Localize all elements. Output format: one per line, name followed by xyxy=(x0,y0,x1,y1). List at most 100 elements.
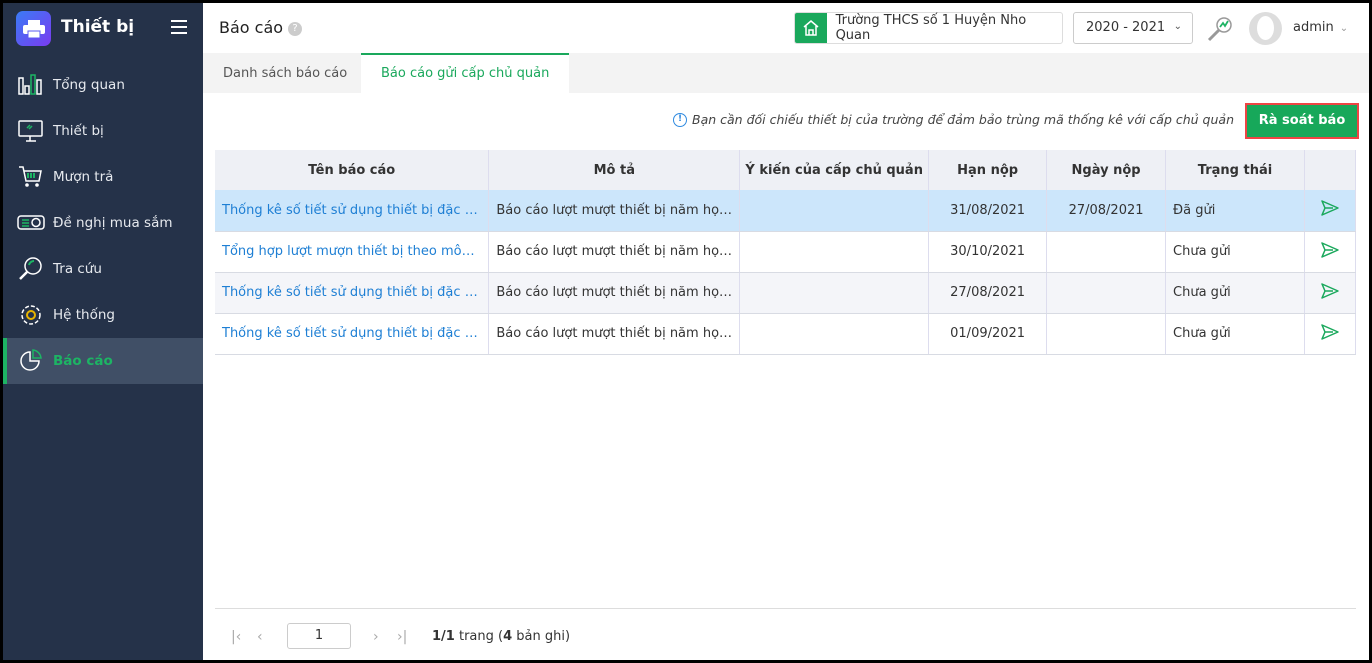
authority-opinion xyxy=(739,231,930,273)
due-date: 01/09/2021 xyxy=(928,313,1048,355)
school-year-select[interactable]: 2020 - 2021 ⌄ xyxy=(1073,12,1193,44)
page-input[interactable]: 1 xyxy=(287,623,351,649)
username: admin xyxy=(1293,20,1334,35)
report-name-link[interactable]: Tổng hợp lượt mượn thiết bị theo môn học xyxy=(215,231,490,273)
sidebar-item-3[interactable]: Đề nghị mua sắm xyxy=(3,200,203,246)
description: Báo cáo lượt mượt thiết bị năm học 2020-… xyxy=(488,313,741,355)
column-header: Tên báo cáo xyxy=(215,150,490,190)
school-home-icon xyxy=(795,13,827,43)
pagination: |‹ ‹ 1 › ›| 1/1 trang (4 bản ghi) xyxy=(215,608,1356,660)
sidebar-item-label: Tổng quan xyxy=(53,77,125,93)
table-row[interactable]: Thống kê số tiết sử dụng thiết bị đặc th… xyxy=(215,272,1357,314)
tab-report-list[interactable]: Danh sách báo cáo xyxy=(203,53,367,93)
send-button[interactable] xyxy=(1304,190,1357,232)
menu-toggle-icon[interactable] xyxy=(171,20,187,34)
submitted-date: 27/08/2021 xyxy=(1046,190,1167,232)
send-button[interactable] xyxy=(1304,313,1357,355)
description: Báo cáo lượt mượt thiết bị năm học 2020-… xyxy=(488,190,741,232)
chevron-down-icon: ⌄ xyxy=(1339,23,1349,34)
sidebar-item-label: Đề nghị mua sắm xyxy=(53,215,173,231)
user-menu[interactable]: admin ⌄ xyxy=(1293,20,1348,35)
pie-chart-icon xyxy=(20,349,42,371)
column-header: Hạn nộp xyxy=(928,150,1048,190)
sidebar-item-2[interactable]: Mượn trả xyxy=(3,154,203,200)
gear-icon xyxy=(21,305,41,325)
due-date: 31/08/2021 xyxy=(928,190,1048,232)
report-name-link[interactable]: Thống kê số tiết sử dụng thiết bị đặc th… xyxy=(215,190,490,232)
status: Chưa gửi xyxy=(1165,231,1305,273)
page-label: trang ( xyxy=(454,629,504,644)
send-button[interactable] xyxy=(1304,231,1357,273)
next-page-icon[interactable]: › xyxy=(373,629,379,645)
app-name: Thiết bị xyxy=(61,17,135,37)
sidebar-item-0[interactable]: Tổng quan xyxy=(3,62,203,108)
sidebar: Thiết bị Tổng quan Thiết bị Mượn trả Đề ngh… xyxy=(3,3,203,660)
last-page-icon[interactable]: ›| xyxy=(397,629,407,645)
send-icon xyxy=(1321,323,1339,340)
status: Chưa gửi xyxy=(1165,313,1305,355)
column-header: Trạng thái xyxy=(1165,150,1305,190)
column-header: Ý kiến của cấp chủ quản xyxy=(739,150,930,190)
column-header: Ngày nộp xyxy=(1046,150,1167,190)
notice-text: Bạn cần đối chiếu thiết bị của trường để… xyxy=(692,112,1234,127)
info-icon: ! xyxy=(673,112,688,127)
app-window: Thiết bị Tổng quan Thiết bị Mượn trả Đề ngh… xyxy=(3,3,1369,660)
send-icon xyxy=(1321,200,1339,216)
notice: ! Bạn cần đối chiếu thiết bị của trường đ… xyxy=(673,112,1234,127)
status: Đã gửi xyxy=(1165,190,1305,232)
column-header: Mô tả xyxy=(488,150,741,190)
submitted-date xyxy=(1046,313,1167,355)
reports-table: Tên báo cáo Mô tả Ý kiến của cấp chủ quản H… xyxy=(215,150,1357,355)
avatar[interactable] xyxy=(1249,12,1282,45)
description: Báo cáo lượt mượt thiết bị năm học 2020-… xyxy=(488,231,741,273)
authority-opinion xyxy=(739,313,930,355)
first-page-icon[interactable]: |‹ xyxy=(231,629,241,645)
column-header xyxy=(1304,150,1357,190)
sidebar-item-4[interactable]: Tra cứu xyxy=(3,246,203,292)
authority-opinion xyxy=(739,272,930,314)
table-row[interactable]: Thống kê số tiết sử dụng thiết bị đặc th… xyxy=(215,190,1357,232)
prev-page-icon[interactable]: ‹ xyxy=(257,629,263,645)
send-icon xyxy=(1321,282,1339,299)
record-count: 4 xyxy=(503,629,513,644)
record-label: bản ghi) xyxy=(512,629,571,644)
analytics-search-icon[interactable] xyxy=(1206,15,1234,43)
tab-bar: Danh sách báo cáo Báo cáo gửi cấp chủ qu… xyxy=(203,53,1369,93)
sidebar-item-label: Thiết bị xyxy=(53,123,104,139)
table-row[interactable]: Thống kê số tiết sử dụng thiết bị đặc th… xyxy=(215,313,1357,355)
cart-icon xyxy=(19,166,42,187)
header: Báo cáo? Trường THCS số 1 Huyện Nho Quan… xyxy=(203,3,1369,53)
sidebar-item-label: Hệ thống xyxy=(53,307,115,323)
page-title: Báo cáo? xyxy=(219,18,303,37)
sidebar-item-5[interactable]: Hệ thống xyxy=(3,292,203,338)
sidebar-item-6[interactable]: Báo cáo xyxy=(3,338,203,384)
status: Chưa gửi xyxy=(1165,272,1305,314)
school-selector[interactable]: Trường THCS số 1 Huyện Nho Quan xyxy=(794,12,1063,44)
sidebar-item-1[interactable]: Thiết bị xyxy=(3,108,203,154)
tab-reports-to-authority[interactable]: Báo cáo gửi cấp chủ quản xyxy=(361,53,570,93)
help-icon[interactable]: ? xyxy=(288,22,303,36)
submitted-date xyxy=(1046,231,1167,273)
page-title-text: Báo cáo xyxy=(219,18,284,37)
year-value: 2020 - 2021 xyxy=(1086,20,1166,35)
review-report-button[interactable]: Rà soát báo cáo xyxy=(1245,103,1359,160)
chevron-down-icon: ⌄ xyxy=(1173,21,1182,32)
projector-icon xyxy=(17,215,45,230)
table-row[interactable]: Tổng hợp lượt mượn thiết bị theo môn học… xyxy=(215,231,1357,273)
due-date: 27/08/2021 xyxy=(928,272,1048,314)
sidebar-item-label: Báo cáo xyxy=(53,353,113,369)
authority-opinion xyxy=(739,190,930,232)
sidebar-item-label: Mượn trả xyxy=(53,169,114,185)
send-button[interactable] xyxy=(1304,272,1357,314)
report-name-link[interactable]: Thống kê số tiết sử dụng thiết bị đặc th… xyxy=(215,313,490,355)
send-icon xyxy=(1321,241,1339,258)
school-name: Trường THCS số 1 Huyện Nho Quan xyxy=(835,13,1027,43)
report-name-link[interactable]: Thống kê số tiết sử dụng thiết bị đặc th… xyxy=(215,272,490,314)
search-icon xyxy=(19,257,42,280)
description: Báo cáo lượt mượt thiết bị năm học 2020-… xyxy=(488,272,741,314)
due-date: 30/10/2021 xyxy=(928,231,1048,273)
printer-logo-icon xyxy=(16,11,51,46)
bar-chart-icon xyxy=(18,74,42,95)
monitor-icon xyxy=(18,120,43,142)
submitted-date xyxy=(1046,272,1167,314)
